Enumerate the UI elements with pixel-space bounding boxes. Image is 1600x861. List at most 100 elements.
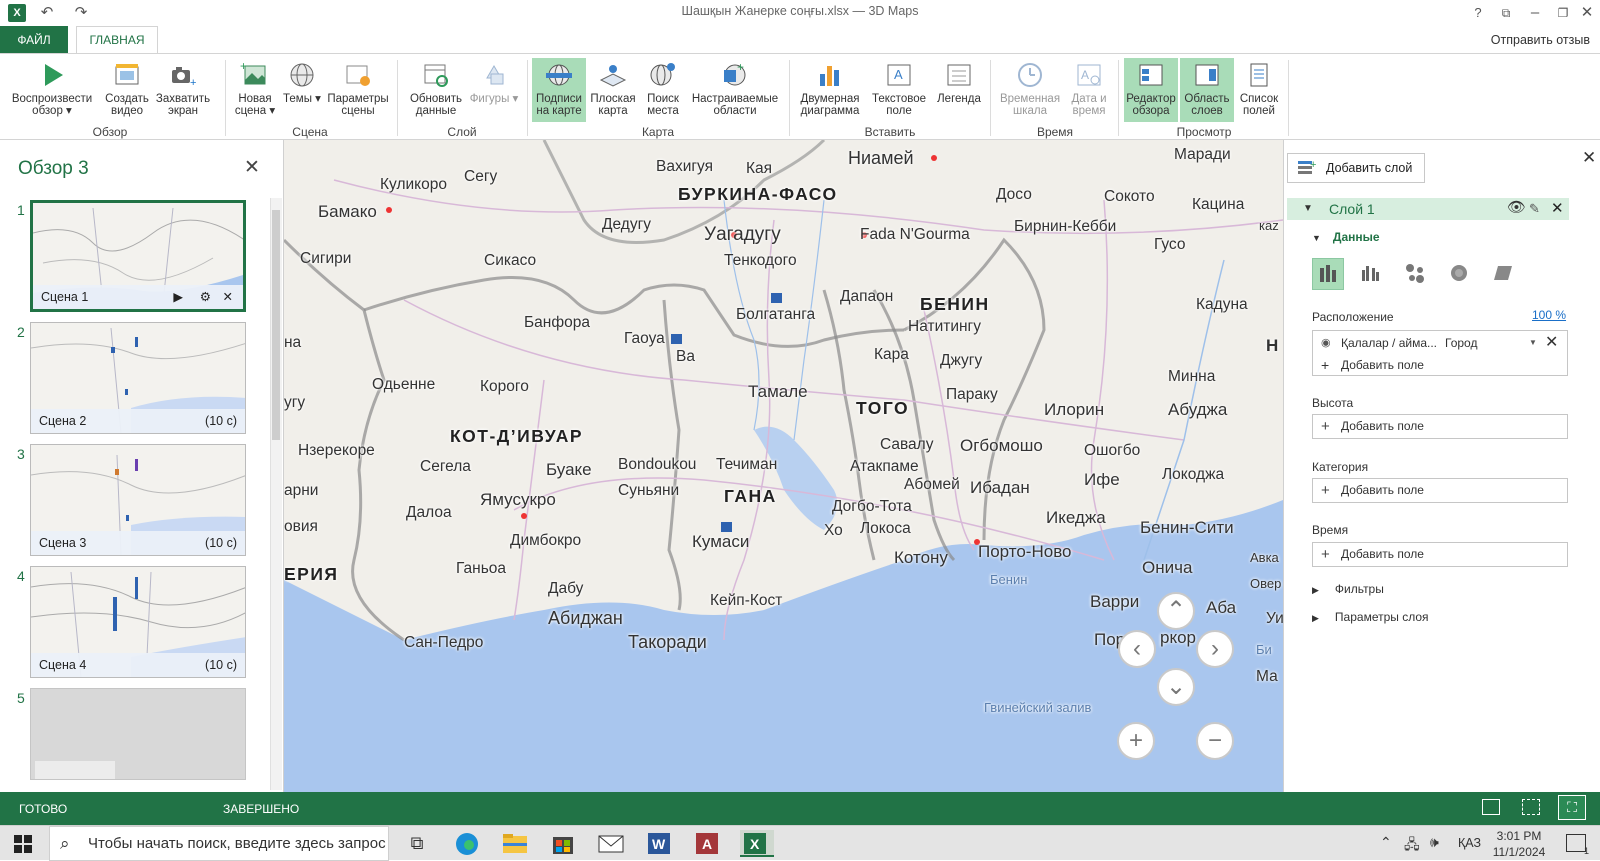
word-icon[interactable]: W [644,830,678,857]
mail-icon[interactable] [596,830,630,857]
close-pane-icon[interactable]: ✕ [244,156,260,179]
map-view[interactable]: Вахигуя Кая Ниамей Маради Куликоро Сегу … [284,140,1283,792]
flat-map-button[interactable]: Плоская карта [588,58,638,122]
clustered-column-button[interactable] [1356,258,1388,290]
find-location-label: Поиск места [647,93,679,117]
remove-field-icon[interactable]: ✕ [1545,333,1558,353]
visibility-icon[interactable]: 👁 [1507,197,1526,219]
scene-thumbnail[interactable] [30,688,246,780]
location-field-row[interactable]: ◉ Қалалар / айма... Город ▼ ✕ [1313,333,1567,353]
rotate-right-button[interactable]: › [1196,630,1234,668]
height-add-field[interactable]: + Добавить поле [1312,414,1568,439]
radio-icon[interactable]: ◉ [1321,333,1331,353]
file-explorer-icon[interactable] [500,830,534,857]
film-icon [115,64,139,85]
city-label: Параку [946,386,998,403]
city-label: Варри [1090,592,1140,611]
add-layer-button[interactable]: + Добавить слой [1287,153,1425,183]
create-video-button[interactable]: Создать видео [102,58,152,122]
fullscreen-view-icon[interactable]: ⛶ [1558,795,1586,820]
legend-button[interactable]: Легенда [934,58,984,122]
scrollbar-thumb[interactable] [272,210,280,440]
add-field-label: Добавить поле [1341,483,1424,497]
send-feedback-link[interactable]: Отправить отзыв [1491,33,1590,47]
help-icon[interactable]: ? [1467,3,1489,23]
text-box-button[interactable]: A Текстовое поле [868,58,930,122]
location-field-name: Қалалар / айма... [1341,336,1437,350]
notifications-icon[interactable]: 1 [1566,834,1589,856]
chart-2d-button[interactable]: Двумерная диаграмма [796,58,864,122]
data-section-header[interactable]: ▼ Данные [1312,230,1380,244]
close-icon[interactable]: ✕ [1576,3,1598,23]
excel-taskbar-icon[interactable]: X [740,830,774,857]
collapse-icon[interactable]: ▼ [1303,198,1313,220]
rotate-left-button[interactable]: ‹ [1118,630,1156,668]
tilt-up-button[interactable]: ⌃ [1157,592,1195,630]
zoom-out-button[interactable]: − [1196,722,1234,760]
scene-caption: Сцена 3 (10 с) [31,531,245,555]
store-icon[interactable] [548,830,582,857]
delete-scene-icon[interactable]: ✕ [223,285,233,309]
add-field-row[interactable]: + Добавить поле [1313,355,1567,375]
rename-icon[interactable]: ✎ [1529,198,1540,220]
find-location-button[interactable]: Поиск места [640,58,686,122]
search-placeholder: Чтобы начать поиск, введите здесь запрос [88,835,386,852]
scene-thumbnail[interactable]: Сцена 2 (10 с) [30,322,246,434]
custom-regions-button[interactable]: + Настраиваемые области [688,58,782,122]
delete-layer-icon[interactable]: ✕ [1551,198,1564,220]
edge-icon[interactable] [452,830,486,857]
location-percent[interactable]: 100 % [1532,308,1566,322]
capture-screen-button[interactable]: + Захватить экран [154,58,212,122]
windows-start-icon[interactable] [14,835,32,853]
heat-map-button[interactable] [1444,258,1476,290]
close-pane-icon[interactable]: ✕ [1582,148,1596,168]
scene-thumbnail[interactable]: Сцена 3 (10 с) [30,444,246,556]
restore-icon[interactable]: ❐ [1552,3,1574,23]
region-button[interactable] [1488,258,1520,290]
zoom-in-button[interactable]: + [1117,722,1155,760]
scene-thumbnail[interactable]: Сцена 1 ▶ ⚙ ✕ [30,200,246,312]
search-input[interactable]: ⌕ Чтобы начать поиск, введите здесь запр… [49,826,389,861]
filters-expander[interactable]: ▶ Фильтры [1312,582,1384,596]
new-scene-button[interactable]: + Новая сцена ▾ [230,58,280,122]
tilt-down-button[interactable]: ⌄ [1157,668,1195,706]
task-view-icon[interactable]: ⧉ [400,830,434,857]
shapes-button[interactable]: Фигуры ▾ [468,58,520,122]
scene-options-button[interactable]: Параметры сцены [326,58,390,122]
tab-home[interactable]: ГЛАВНАЯ [76,26,158,55]
scene-thumbnail[interactable]: Сцена 4 (10 с) [30,566,246,678]
chevron-down-icon[interactable]: ▼ [1529,333,1537,353]
stacked-column-button[interactable] [1312,258,1344,290]
layer-options-expander[interactable]: ▶ Параметры слоя [1312,610,1429,624]
refresh-data-button[interactable]: Обновить данные [406,58,466,122]
time-add-field[interactable]: + Добавить поле [1312,542,1568,567]
camera-icon: + [172,67,196,89]
fit-view-icon[interactable] [1522,799,1540,815]
themes-button[interactable]: Темы ▾ [282,58,322,122]
play-tour-button[interactable]: Воспроизвести обзор ▾ [8,58,96,122]
field-list-icon [1250,63,1268,87]
show-hidden-icons[interactable]: ⌃ [1380,834,1392,851]
layer-pane-button[interactable]: Область слоев [1180,58,1234,122]
normal-view-icon[interactable] [1482,799,1500,815]
scene-caption: Сцена 2 (10 с) [31,409,245,433]
full-screen-icon[interactable]: ⧉ [1495,3,1517,23]
field-list-button[interactable]: Список полей [1236,58,1282,122]
scene-settings-icon[interactable]: ⚙ [200,285,211,309]
layer-header[interactable]: ▼ Слой 1 👁 ✎ ✕ [1287,198,1569,220]
map-labels-button[interactable]: Подписи на карте [532,58,586,122]
network-icon[interactable]: 🖧 [1404,834,1420,858]
category-add-field[interactable]: + Добавить поле [1312,478,1568,503]
clock[interactable]: 3:01 PM 11/1/2024 [1488,828,1550,860]
play-scene-icon[interactable]: ▶ [173,285,183,309]
bubble-button[interactable] [1400,258,1432,290]
input-language[interactable]: ҚАЗ [1458,836,1481,850]
minimize-icon[interactable]: – [1524,3,1546,23]
volume-icon[interactable]: 🕪 [1430,834,1439,851]
tab-file[interactable]: ФАЙЛ [0,26,68,54]
access-icon[interactable]: A [692,830,726,857]
location-type[interactable]: Город [1445,333,1477,353]
date-time-button[interactable]: A Дата и время [1066,58,1112,122]
timeline-button[interactable]: Временная шкала [996,58,1064,122]
tour-editor-button[interactable]: Редактор обзора [1124,58,1178,122]
